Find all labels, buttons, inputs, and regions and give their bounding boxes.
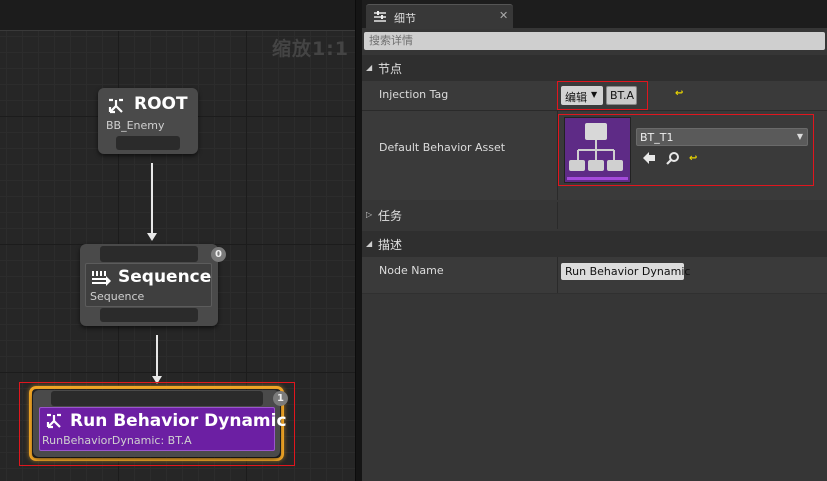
close-icon[interactable]: ✕ [499,9,508,22]
connection-arrow-icon [147,233,157,241]
node-name-input[interactable]: Run Behavior Dynamic [561,263,690,280]
tab-details[interactable]: 细节 ✕ [366,4,513,29]
sequence-node[interactable]: Sequence Sequence [80,244,218,326]
root-node[interactable]: ROOT BB_Enemy [98,88,198,154]
category-task-label: 任务 [378,209,403,223]
column-divider[interactable] [557,257,558,293]
use-selected-asset-icon[interactable] [642,151,656,168]
run-behavior-icon [45,412,63,433]
default-behavior-asset-label: Default Behavior Asset [379,141,506,154]
sequence-icon [90,269,112,290]
chevron-down-icon: ▼ [796,132,803,141]
run-behavior-dynamic-node[interactable]: Run Behavior Dynamic RunBehaviorDynamic:… [33,390,287,457]
category-task[interactable]: ▷ 任务 [362,202,827,229]
node-name-value: Run Behavior Dynamic [565,265,691,278]
behavior-tree-asset-icon [565,118,630,182]
details-panel: 细节 ✕ 搜索详情 ◢ 节点 Injection Tag Default Beh… [362,0,827,481]
details-icon [373,10,387,23]
connection-root-sequence [151,163,153,233]
collapse-arrow-icon: ▷ [366,210,373,219]
category-node-label: 节点 [378,62,403,76]
reset-to-default-icon[interactable]: ↩ [675,88,683,99]
graph-toolbar [0,0,355,31]
chevron-down-icon: ▼ [591,90,598,99]
reset-to-default-icon[interactable]: ↩ [689,153,697,164]
run-behavior-input-pin[interactable] [51,391,263,406]
expand-arrow-icon: ◢ [366,239,373,248]
behavior-asset-combo[interactable]: BT_T1 ▼ [636,128,808,146]
category-description-label: 描述 [378,238,403,252]
behavior-tree-graph[interactable]: 缩放1:1 ROOT BB_Enemy Sequence Sequence 0 … [0,0,355,481]
node-name-label: Node Name [379,264,444,277]
injection-tag-value-text: BT.A [610,89,634,102]
category-description[interactable]: ◢ 描述 [362,231,827,257]
tab-details-label: 细节 [394,12,416,25]
zoom-level-label: 缩放1:1 [271,38,349,60]
browse-asset-icon[interactable] [666,151,680,168]
connection-sequence-runbehavior [156,335,158,377]
sequence-execution-index-badge: 0 [211,247,226,262]
edit-tag-button-label: 编辑 [565,91,587,104]
root-output-pin[interactable] [116,136,180,150]
details-tab-bar: 细节 ✕ [362,0,827,29]
injection-tag-value[interactable]: BT.A [606,86,637,105]
sequence-output-pin[interactable] [100,308,198,322]
sequence-node-subtitle: Sequence [90,290,145,303]
root-node-subtitle: BB_Enemy [106,119,165,132]
expand-arrow-icon: ◢ [366,63,373,72]
search-details-input[interactable]: 搜索详情 [364,32,825,50]
category-node[interactable]: ◢ 节点 [362,55,827,81]
run-behavior-node-title: Run Behavior Dynamic [70,411,287,431]
root-node-title: ROOT [134,94,188,114]
behavior-asset-name: BT_T1 [640,131,674,144]
sequence-node-title: Sequence [118,267,212,287]
run-behavior-execution-index-badge: 1 [273,391,288,406]
sequence-input-pin[interactable] [100,246,198,262]
edit-tag-button[interactable]: 编辑 ▼ [561,86,603,105]
injection-tag-label: Injection Tag [379,88,449,101]
row-divider [362,110,827,111]
graph-toolbar-border [0,30,355,31]
row-divider [362,293,827,294]
column-divider[interactable] [557,202,558,229]
run-behavior-node-subtitle: RunBehaviorDynamic: BT.A [42,434,192,447]
root-node-icon [107,97,125,118]
behavior-asset-thumbnail[interactable] [564,117,631,183]
